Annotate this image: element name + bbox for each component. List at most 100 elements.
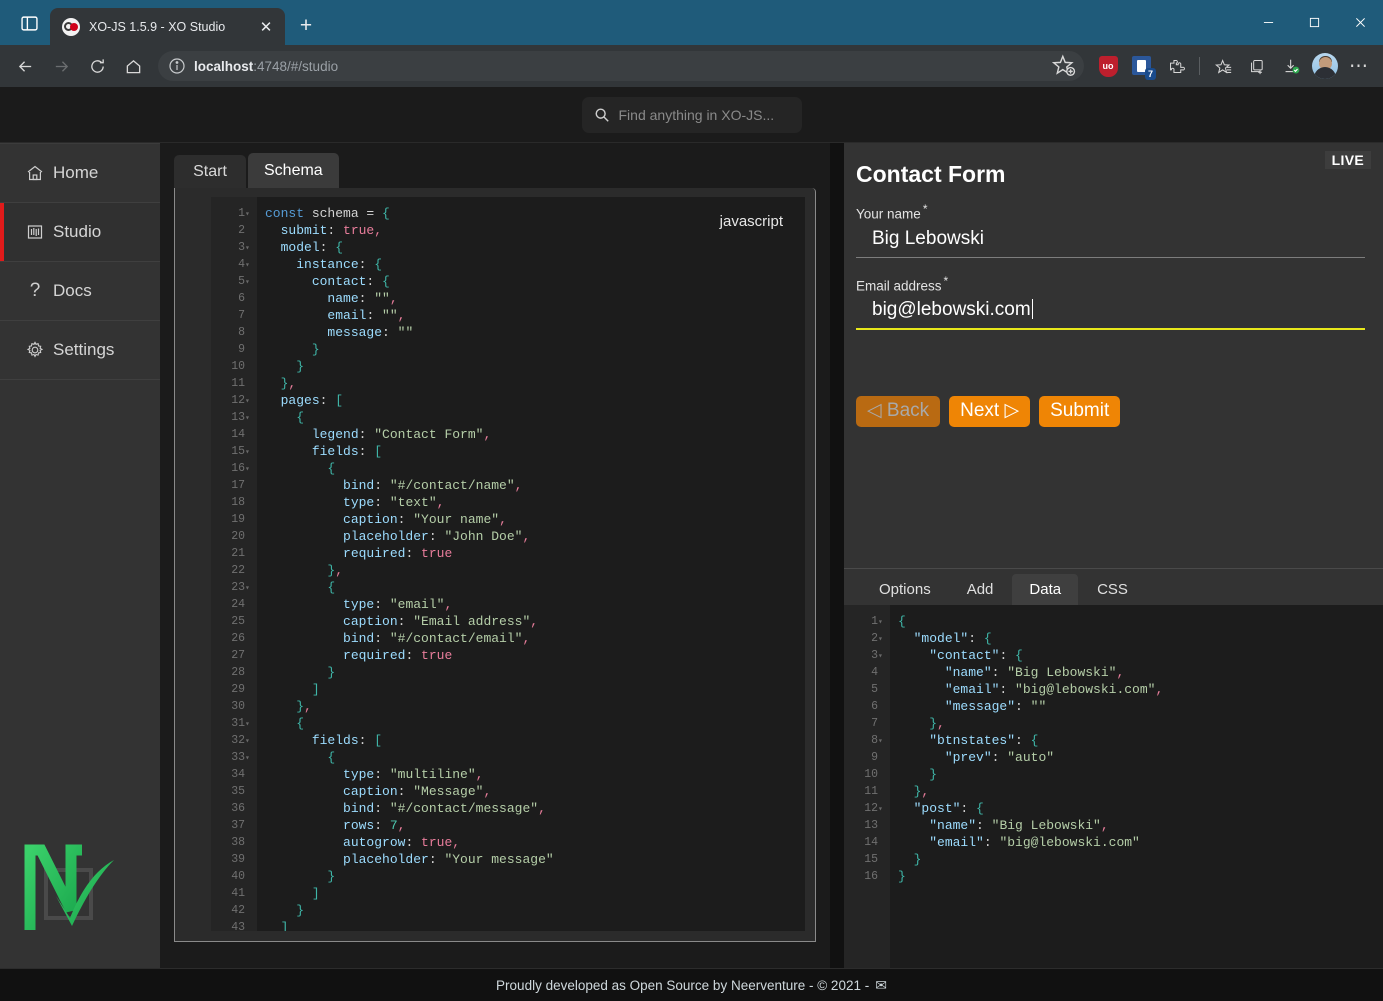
code-line: name: "", — [265, 290, 805, 307]
mail-icon[interactable]: ✉ — [875, 977, 887, 994]
tab-close-icon[interactable]: ✕ — [255, 16, 277, 38]
site-info-icon[interactable] — [168, 57, 186, 75]
tab-css[interactable]: CSS — [1080, 574, 1145, 605]
back-nav-icon[interactable] — [8, 49, 42, 83]
maximize-button[interactable] — [1291, 0, 1337, 45]
browser-more-icon[interactable]: ⋯ — [1343, 50, 1375, 82]
code-token: : — [374, 495, 390, 510]
language-badge: javascript — [719, 213, 783, 230]
submit-button[interactable]: Submit — [1039, 396, 1121, 427]
fold-arrow-icon[interactable]: ▾ — [878, 631, 886, 648]
fold-arrow-icon[interactable]: ▾ — [245, 257, 253, 274]
code-token: , — [288, 376, 297, 391]
code-token: : — [319, 240, 336, 255]
collections-icon[interactable] — [1241, 50, 1273, 82]
fold-arrow-icon[interactable]: ▾ — [245, 733, 253, 750]
code-line: }, — [265, 375, 805, 392]
fold-arrow-icon[interactable]: ▾ — [245, 750, 253, 767]
name-input[interactable]: Big Lebowski — [856, 222, 1365, 257]
data-code-editor[interactable]: 1▾ 2▾ 3▾ 4 5 6 7 8▾ 9 10 11 12▾ 13 14 15 16 { "model": … — [844, 605, 1383, 968]
sidebar-item-settings[interactable]: Settings — [0, 321, 160, 380]
fold-arrow-icon[interactable]: ▾ — [245, 580, 253, 597]
email-input[interactable]: big@lebowski.com — [856, 293, 1365, 328]
tab-data[interactable]: Data — [1012, 574, 1079, 605]
code-token: : — [358, 291, 375, 306]
tab-schema[interactable]: Schema — [248, 153, 339, 188]
code-token: "contact" — [929, 648, 1000, 663]
line-number: 11 — [864, 785, 878, 798]
code-token: instance — [296, 257, 359, 272]
schema-code-text[interactable]: const schema = { submit: true, model: { … — [257, 197, 805, 931]
sidebar-item-studio[interactable]: Studio — [0, 203, 160, 262]
fold-arrow-icon[interactable]: ▾ — [245, 410, 253, 427]
line-number: 42 — [231, 904, 245, 917]
extensions-puzzle-icon[interactable] — [1160, 50, 1192, 82]
schema-code-editor[interactable]: 1▾ 2 3▾ 4▾ 5▾ 6 7 8 9 10 11 12▾ 13▾ 14 15▾ 16▾ 17 18 19 20 2… — [211, 197, 805, 931]
uorigin-extension-icon[interactable]: uo — [1092, 50, 1124, 82]
browser-tab[interactable]: XO-JS 1.5.9 - XO Studio ✕ — [50, 8, 285, 45]
code-line: pages: [ — [265, 392, 805, 409]
tab-options[interactable]: Options — [862, 574, 948, 605]
line-number: 11 — [231, 377, 245, 390]
new-tab-button[interactable]: + — [291, 11, 321, 41]
add-favorite-icon[interactable] — [1052, 54, 1076, 78]
code-token: : — [976, 818, 992, 833]
code-token: "#/contact/name" — [389, 478, 515, 493]
fold-arrow-icon[interactable]: ▾ — [878, 801, 886, 818]
code-token: "auto" — [1007, 750, 1055, 765]
code-token: model — [280, 240, 320, 255]
profile-avatar[interactable] — [1309, 50, 1341, 82]
fold-arrow-icon[interactable]: ▾ — [245, 461, 253, 478]
sidebar-item-docs[interactable]: ? Docs — [0, 262, 160, 321]
code-token: const — [265, 206, 312, 221]
fold-arrow-icon[interactable]: ▾ — [245, 274, 253, 291]
code-token: autogrow — [343, 835, 406, 850]
tab-start[interactable]: Start — [174, 155, 246, 188]
fold-arrow-icon[interactable]: ▾ — [245, 393, 253, 410]
reload-icon[interactable] — [80, 49, 114, 83]
line-number: 4▾ — [238, 256, 257, 273]
code-token: } — [311, 342, 320, 357]
next-button[interactable]: Next ▷ — [949, 396, 1031, 427]
fold-arrow-icon[interactable]: ▾ — [245, 240, 253, 257]
tab-title: XO-JS 1.5.9 - XO Studio — [89, 19, 226, 34]
forward-nav-icon[interactable] — [44, 49, 78, 83]
fold-arrow-icon[interactable]: ▾ — [245, 206, 253, 223]
fold-arrow-icon[interactable]: ▾ — [245, 716, 253, 733]
fold-arrow-icon[interactable]: ▾ — [245, 444, 253, 461]
office-extension-icon[interactable]: 7 — [1126, 50, 1158, 82]
back-button[interactable]: ◁ Back — [856, 396, 941, 427]
code-token: { — [335, 240, 344, 255]
tab-add[interactable]: Add — [950, 574, 1011, 605]
fold-arrow-icon[interactable]: ▾ — [878, 733, 886, 750]
minimize-button[interactable] — [1245, 0, 1291, 45]
fold-arrow-icon[interactable]: ▾ — [878, 648, 886, 665]
tab-actions-icon[interactable] — [14, 8, 44, 38]
search-input[interactable]: Find anything in XO-JS... — [581, 96, 802, 133]
downloads-icon[interactable] — [1275, 50, 1307, 82]
code-token: "name" — [929, 818, 977, 833]
code-token: , — [335, 563, 344, 578]
code-line: } — [898, 766, 1383, 783]
close-button[interactable] — [1337, 0, 1383, 45]
code-token: , — [1100, 818, 1109, 833]
code-token: : — [374, 801, 390, 816]
app-body: Home Studio ? Docs Settings Start Schema… — [0, 143, 1383, 968]
code-line: message: "" — [265, 324, 805, 341]
code-token: name — [327, 291, 359, 306]
line-number: 21 — [231, 547, 245, 560]
fold-arrow-icon[interactable]: ▾ — [878, 614, 886, 631]
address-bar[interactable]: localhost:4748/#/studio — [158, 51, 1084, 81]
code-line: { — [898, 613, 1383, 630]
favorites-icon[interactable] — [1207, 50, 1239, 82]
data-code-text[interactable]: { "model": { "contact": { "name": "Big L… — [890, 605, 1383, 968]
field-caption-text: Email address — [856, 278, 942, 293]
sidebar-item-home[interactable]: Home — [0, 144, 160, 203]
code-token: : — [366, 274, 383, 289]
home-nav-icon[interactable] — [116, 49, 150, 83]
